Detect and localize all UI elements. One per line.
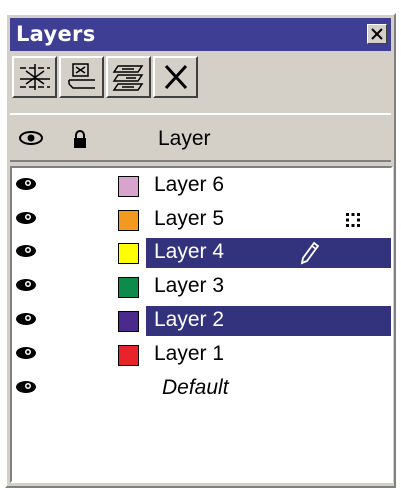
layer-row-default[interactable]: Default	[12, 373, 391, 404]
delete-layer-button[interactable]	[153, 56, 198, 98]
layer-name: Layer 6	[154, 173, 225, 196]
close-button[interactable]	[367, 24, 387, 44]
layer-properties-button[interactable]	[106, 56, 151, 98]
layers-toolbar	[12, 56, 200, 98]
layer-list: Layer 6 Layer 5 Layer 4 Layer 3 Layer 2 …	[10, 166, 393, 483]
layer-name: Layer 2	[154, 308, 225, 331]
eye-icon[interactable]	[14, 242, 40, 260]
layers-panel: Layers Layer Layer 6 Layer 5 Layer 4 Lay…	[5, 13, 396, 488]
eye-icon[interactable]	[14, 310, 40, 328]
layer-row[interactable]: Layer 1	[12, 339, 391, 370]
close-icon	[371, 28, 383, 40]
new-master-layer-icon	[67, 63, 95, 89]
layer-color-swatch	[118, 277, 139, 298]
layer-name: Layer 4	[154, 240, 225, 263]
panel-title: Layers	[16, 22, 96, 46]
layer-color-swatch	[118, 210, 139, 231]
layer-list-header: Layer	[10, 113, 391, 162]
layer-column-label[interactable]: Layer	[158, 127, 211, 151]
layer-row-selected[interactable]: Layer 2	[12, 305, 391, 336]
layer-color-swatch	[118, 345, 139, 366]
grid-dots-icon	[346, 213, 360, 227]
pencil-icon	[300, 241, 320, 265]
layer-properties-icon	[112, 65, 143, 91]
eye-icon[interactable]	[14, 209, 40, 227]
eye-icon[interactable]	[14, 276, 40, 294]
layer-row-selected[interactable]: Layer 4	[12, 237, 391, 268]
layer-name: Layer 5	[154, 207, 225, 230]
layer-row[interactable]: Layer 5	[12, 204, 391, 235]
new-master-layer-button[interactable]	[59, 56, 104, 98]
title-bar[interactable]: Layers	[10, 18, 391, 51]
new-layer-button[interactable]	[12, 56, 57, 98]
layer-name: Layer 1	[154, 342, 225, 365]
layer-name: Default	[162, 376, 229, 399]
eye-icon[interactable]	[14, 175, 40, 193]
layer-name: Layer 3	[154, 274, 225, 297]
layer-color-swatch	[118, 176, 139, 197]
lock-column-lock-icon[interactable]	[72, 129, 88, 149]
layer-color-swatch	[118, 243, 139, 264]
eye-icon[interactable]	[14, 344, 40, 362]
layer-row[interactable]: Layer 3	[12, 271, 391, 302]
layer-color-swatch	[118, 311, 139, 332]
visibility-column-eye-icon[interactable]	[18, 130, 44, 146]
layer-row[interactable]: Layer 6	[12, 170, 391, 201]
eye-icon[interactable]	[14, 378, 40, 396]
new-layer-icon	[19, 64, 50, 90]
delete-layer-icon	[164, 64, 187, 90]
